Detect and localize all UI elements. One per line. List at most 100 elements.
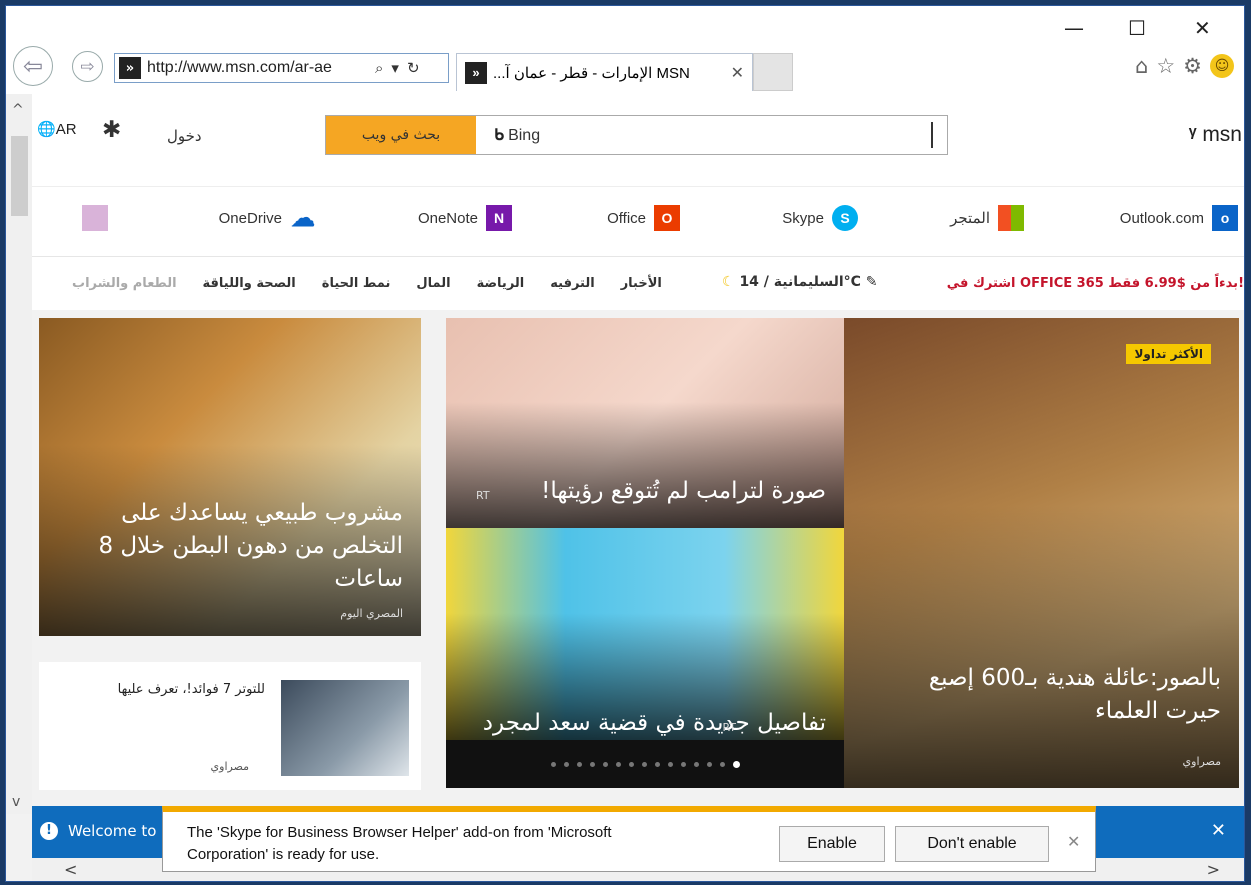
card-headline[interactable]: مشروب طبيعي يساعدك على التخلص من دهون ال… xyxy=(63,497,403,596)
title-bar: ⇦ ⇨ » http://www.msn.com/ar-ae ⌕ ▾ ↻ » M… xyxy=(6,6,1244,94)
nav-money[interactable]: المال xyxy=(416,276,450,291)
home-icon[interactable]: ⌂ xyxy=(1135,54,1148,78)
app-outlook[interactable]: Outlook.com o xyxy=(1120,205,1238,231)
signin-link[interactable]: دخول xyxy=(167,127,202,145)
msn-logo[interactable]: ᵞ msn xyxy=(1189,123,1242,147)
favorites-star-icon[interactable]: ☆ xyxy=(1156,54,1175,78)
notification-message: The 'Skype for Business Browser Helper' … xyxy=(187,824,612,863)
forward-arrow-icon: ⇨ xyxy=(80,56,95,77)
carousel-dot[interactable] xyxy=(628,761,634,767)
app-office[interactable]: Office O xyxy=(607,205,680,231)
bing-label: ᑲ Bing xyxy=(494,127,541,144)
search-icon[interactable]: ⌕ xyxy=(375,59,383,77)
forward-button[interactable]: ⇨ xyxy=(72,51,103,82)
browser-window: ⇦ ⇨ » http://www.msn.com/ar-ae ⌕ ▾ ↻ » M… xyxy=(5,5,1245,882)
close-button[interactable]: ✕ xyxy=(1194,16,1211,40)
office-promo-link[interactable]: اشترك في OFFICE 365 بدءاً من $6.99 فقط! xyxy=(947,276,1244,291)
addon-notification: The 'Skype for Business Browser Helper' … xyxy=(162,806,1096,872)
carousel-indicators[interactable] xyxy=(446,740,844,788)
card-source: مصراوي xyxy=(1182,755,1221,768)
back-button[interactable]: ⇦ xyxy=(13,46,53,86)
page-content: ^ v 🌐AR ✱ دخول بحث في ويب ᑲ Bing ᵞ msn Ou… xyxy=(6,94,1244,881)
carousel-dot[interactable] xyxy=(706,761,712,767)
nav-entertainment[interactable]: الترفيه xyxy=(550,276,594,291)
toolbar-icons: ⌂ ☆ ⚙ ☺ xyxy=(1135,54,1234,78)
welcome-text: Welcome to xyxy=(68,822,157,840)
feedback-smiley-icon[interactable]: ☺ xyxy=(1210,54,1234,78)
hero-card-top[interactable]: صورة لترامب لم تُتوقع رؤيتها! RT xyxy=(446,318,844,528)
scroll-left-icon[interactable]: < xyxy=(64,860,77,879)
web-search-button[interactable]: بحث في ويب xyxy=(326,116,476,154)
gear-icon[interactable]: ✱ xyxy=(102,117,121,143)
notification-close-icon[interactable]: ✕ xyxy=(1067,832,1080,852)
tab-msn[interactable]: » MSN الإمارات - قطر - عمان آ... ✕ xyxy=(456,53,753,91)
msn-butterfly-icon: ᵞ xyxy=(1188,123,1197,146)
card-source: مصراوي xyxy=(210,760,249,773)
carousel-dot[interactable] xyxy=(602,761,608,767)
app-onenote[interactable]: OneNote N xyxy=(418,205,512,231)
moon-icon: ☾ xyxy=(722,274,735,290)
card-headline[interactable]: للتوتر 7 فوائد!، تعرف عليها xyxy=(65,682,265,697)
settings-gear-icon[interactable]: ⚙ xyxy=(1183,54,1202,78)
tab-favicon-icon: » xyxy=(465,61,487,84)
app-skype[interactable]: Skype S xyxy=(782,205,858,231)
nav-sports[interactable]: الرياضة xyxy=(477,276,525,291)
search-box[interactable]: بحث في ويب ᑲ Bing xyxy=(325,115,948,155)
vertical-scrollbar[interactable]: ^ v xyxy=(6,94,32,814)
url-text[interactable]: http://www.msn.com/ar-ae xyxy=(147,59,373,77)
maximize-button[interactable]: ☐ xyxy=(1128,16,1146,40)
hero-card-bottom[interactable]: تفاصيل جديدة في قضية سعد لمجرد RT xyxy=(446,528,844,740)
carousel-dot[interactable] xyxy=(550,761,556,767)
carousel-dot[interactable] xyxy=(693,761,699,767)
enable-button[interactable]: Enable xyxy=(779,826,885,862)
card-headline[interactable]: بالصور:عائلة هندية بـ600 إصبع حيرت العلم… xyxy=(881,662,1221,728)
nav-food[interactable]: الطعام والشراب xyxy=(72,276,177,291)
welcome-close-icon[interactable]: ✕ xyxy=(1211,820,1226,841)
nav-health[interactable]: الصحة واللياقة xyxy=(203,276,296,291)
scroll-right-icon[interactable]: > xyxy=(1207,860,1220,879)
carousel-dot[interactable] xyxy=(563,761,569,767)
carousel-dot[interactable] xyxy=(615,761,621,767)
tab-close-icon[interactable]: ✕ xyxy=(731,63,744,83)
card-source: RT xyxy=(722,721,736,734)
nav-lifestyle[interactable]: نمط الحياة xyxy=(322,276,391,291)
more-apps-icon xyxy=(82,205,108,231)
refresh-icon[interactable]: ↻ xyxy=(407,59,420,77)
new-tab-button[interactable] xyxy=(753,53,793,91)
card-source: RT xyxy=(476,489,490,502)
card-thumbnail xyxy=(281,680,409,776)
carousel-dot[interactable] xyxy=(589,761,595,767)
msn-header: 🌐AR ✱ دخول بحث في ويب ᑲ Bing ᵞ msn xyxy=(32,94,1244,186)
left-card-top[interactable]: مشروب طبيعي يساعدك على التخلص من دهون ال… xyxy=(39,318,421,636)
card-headline[interactable]: تفاصيل جديدة في قضية سعد لمجرد xyxy=(466,707,826,740)
hero-card-right[interactable]: الأكثر تداولا بالصور:عائلة هندية بـ600 إ… xyxy=(844,318,1239,788)
carousel-dot[interactable] xyxy=(654,761,660,767)
app-store[interactable]: المتجر xyxy=(950,205,1024,231)
language-selector[interactable]: 🌐AR xyxy=(37,120,77,138)
scroll-up-icon[interactable]: ^ xyxy=(12,102,24,118)
skype-icon: S xyxy=(832,205,858,231)
carousel-dot[interactable] xyxy=(576,761,582,767)
carousel-dot[interactable] xyxy=(680,761,686,767)
scroll-down-icon[interactable]: v xyxy=(12,794,20,810)
app-onedrive[interactable]: OneDrive ☁ xyxy=(219,205,316,232)
carousel-dot[interactable] xyxy=(641,761,647,767)
left-card-small[interactable]: للتوتر 7 فوائد!، تعرف عليها مصراوي xyxy=(39,662,421,790)
carousel-dot[interactable] xyxy=(732,760,740,768)
minimize-button[interactable]: — xyxy=(1064,16,1084,40)
carousel-dot[interactable] xyxy=(719,761,725,767)
card-headline[interactable]: صورة لترامب لم تُتوقع رؤيتها! xyxy=(466,475,826,508)
outlook-icon: o xyxy=(1212,205,1238,231)
store-icon xyxy=(998,205,1024,231)
address-bar[interactable]: » http://www.msn.com/ar-ae ⌕ ▾ ↻ xyxy=(114,53,449,83)
weather-widget[interactable]: ☾ السليمانية / 14°C ✎ xyxy=(722,274,878,290)
onenote-icon: N xyxy=(486,205,512,231)
nav-news[interactable]: الأخبار xyxy=(621,276,662,291)
scroll-thumb[interactable] xyxy=(11,136,28,216)
carousel-dot[interactable] xyxy=(667,761,673,767)
info-icon: ! xyxy=(40,822,58,840)
card-source: المصري اليوم xyxy=(340,607,403,620)
dont-enable-button[interactable]: Don't enable xyxy=(895,826,1049,862)
app-more[interactable] xyxy=(82,205,108,231)
dropdown-icon[interactable]: ▾ xyxy=(391,59,399,77)
